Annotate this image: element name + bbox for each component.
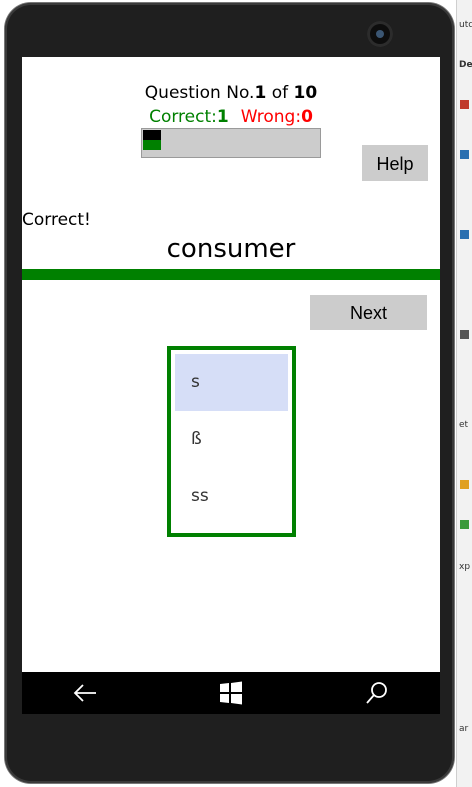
wrong-count: 0 [301, 107, 313, 127]
next-button[interactable]: Next [310, 295, 427, 330]
question-total: 10 [293, 83, 318, 103]
back-arrow-icon[interactable] [72, 680, 98, 706]
wrong-score: Wrong:0 [241, 107, 313, 127]
correct-label: Correct: [149, 107, 217, 127]
question-number: 1 [254, 83, 267, 103]
choice-item-eszett[interactable]: ß [175, 411, 288, 468]
question-prefix: Question No. [144, 83, 255, 103]
quiz-word: consumer [166, 234, 296, 264]
progress-correct-segment [143, 140, 161, 150]
windows-logo-icon[interactable] [218, 680, 244, 706]
background-text-fragment: et [459, 420, 469, 430]
background-icon [460, 150, 469, 159]
background-text-fragment: ar [459, 724, 469, 734]
background-window-strip: utc Dep et xp ar [456, 0, 472, 787]
background-icon [460, 230, 469, 239]
app-screen: Question No.1 of 10 Correct:1 Wrong:0 Hel… [22, 57, 440, 672]
score-line: Correct:1 Wrong:0 [22, 107, 440, 127]
answer-feedback: Correct! [22, 210, 91, 230]
result-bar [22, 269, 440, 280]
wrong-label: Wrong: [240, 107, 302, 127]
background-icon [460, 480, 469, 489]
background-icon [460, 100, 469, 109]
choice-item-ss[interactable]: ss [175, 468, 288, 525]
choice-item-s[interactable]: s [175, 354, 288, 411]
progress-answered-segment [143, 130, 161, 140]
background-icon [460, 330, 469, 339]
background-text-fragment: xp [459, 562, 471, 572]
progress-bar [141, 128, 321, 158]
phone-navigation-bar [22, 672, 440, 714]
correct-count: 1 [216, 107, 229, 127]
choice-list: s ß ss [167, 346, 296, 537]
background-text-fragment: Dep [459, 60, 472, 70]
question-counter: Question No.1 of 10 [22, 83, 440, 103]
camera-icon [367, 21, 393, 47]
correct-score: Correct:1 [149, 107, 229, 127]
question-of: of [271, 83, 289, 103]
search-icon[interactable] [364, 680, 390, 706]
help-button[interactable]: Help [362, 145, 428, 181]
background-text-fragment: utc [459, 20, 472, 30]
background-icon [460, 520, 469, 529]
